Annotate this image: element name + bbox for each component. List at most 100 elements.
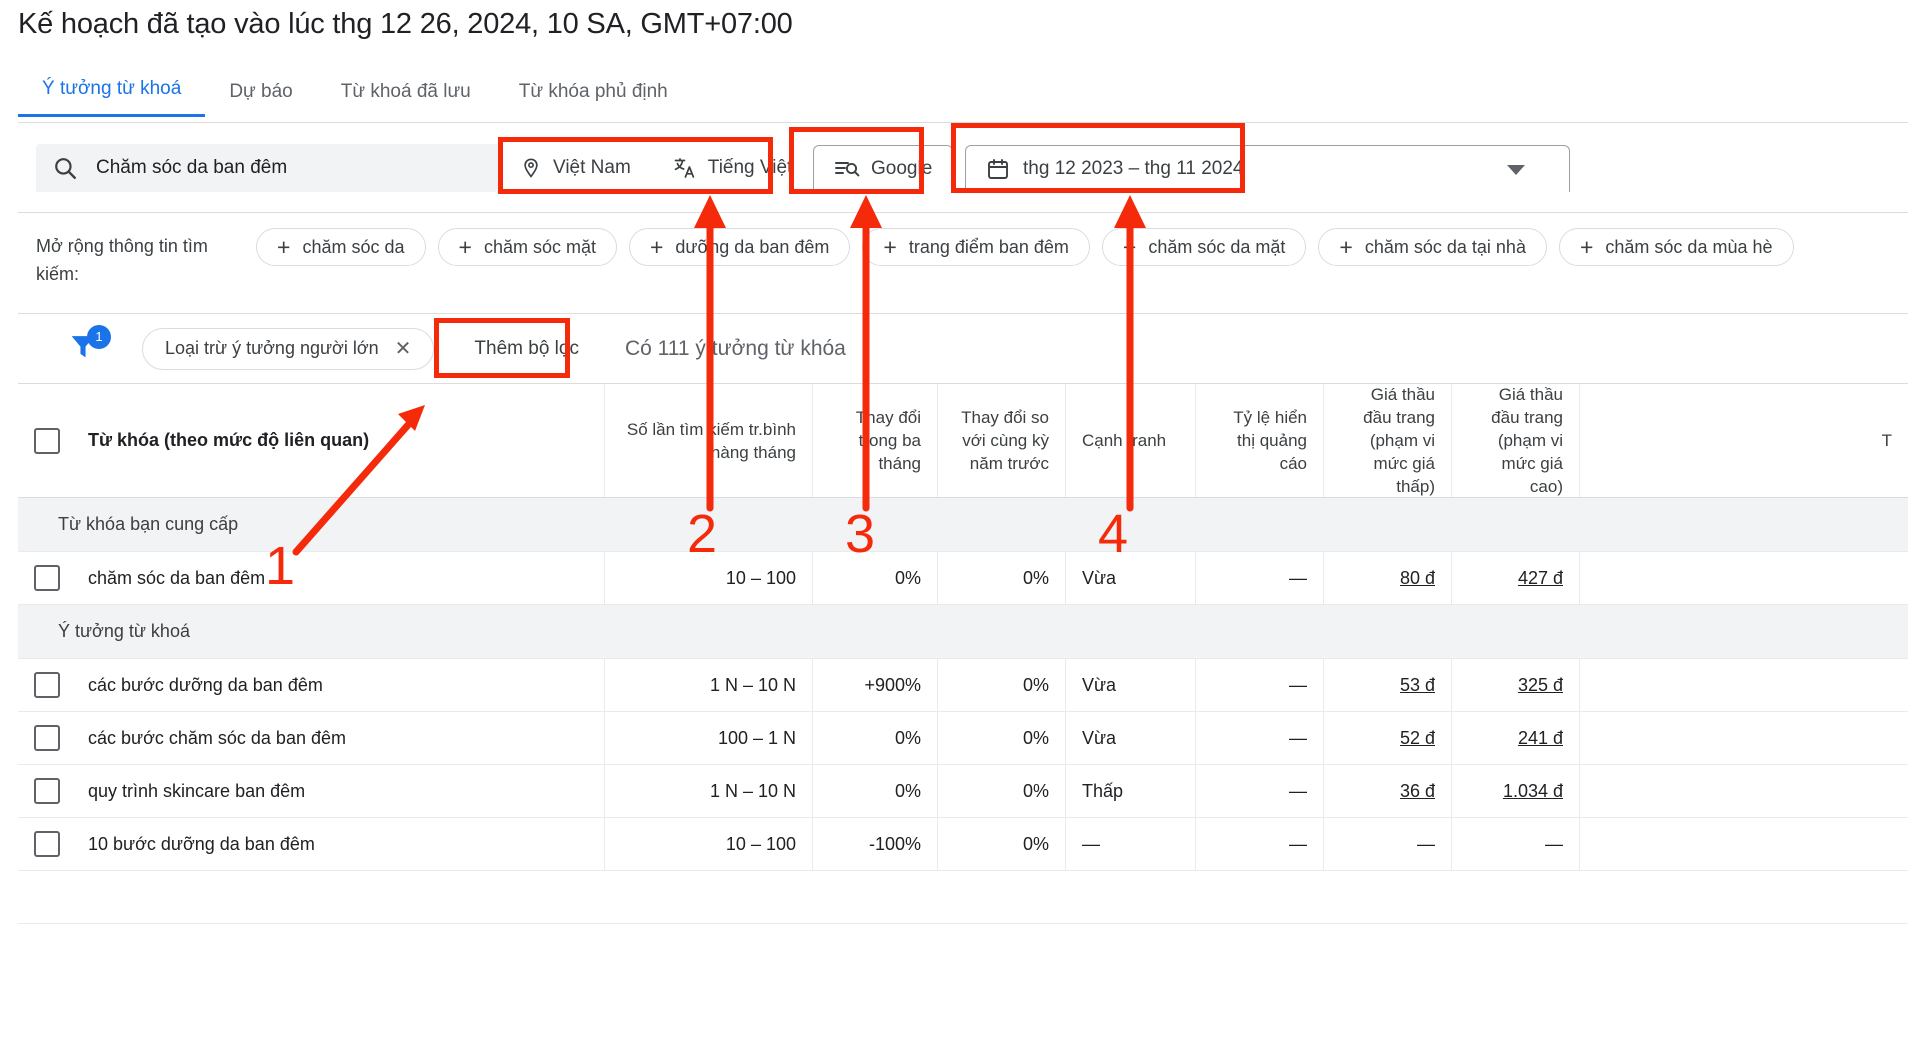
table-row[interactable]: 10 bước dưỡng da ban đêm 10 – 100 -100% …	[18, 818, 1908, 871]
annotation-box-date-range	[951, 123, 1245, 193]
expansion-chip[interactable]: +chăm sóc mặt	[438, 228, 617, 266]
cell-truncated	[1579, 818, 1908, 870]
cell-bid-high: 241 đ	[1451, 712, 1579, 764]
expansion-chip[interactable]: +chăm sóc da mùa hè	[1559, 228, 1794, 266]
cell-ad-impression-share: —	[1195, 712, 1323, 764]
cell-yoy-change: 0%	[937, 712, 1065, 764]
cell-competition: Vừa	[1065, 659, 1195, 711]
annotation-number-2: 2	[687, 503, 717, 565]
cell-yoy-change: 0%	[937, 818, 1065, 870]
row-checkbox[interactable]	[34, 778, 60, 804]
cell-ad-impression-share: —	[1195, 552, 1323, 604]
filter-button[interactable]: 1	[66, 329, 110, 369]
column-header-top-of-page-bid-high[interactable]: Giá thầu đầu trang (phạm vi mức giá cao)	[1451, 384, 1579, 497]
annotation-number-4: 4	[1098, 503, 1128, 565]
cell-keyword: 10 bước dưỡng da ban đêm	[18, 818, 604, 870]
cell-bid-high: 427 đ	[1451, 552, 1579, 604]
close-icon[interactable]: ✕	[395, 336, 412, 361]
table-row[interactable]	[18, 871, 1908, 924]
chip-label: chăm sóc da mặt	[1148, 237, 1285, 258]
cell-truncated	[1579, 765, 1908, 817]
expansion-bar: Mở rộng thông tin tìm kiếm: +chăm sóc da…	[18, 214, 1908, 314]
left-margin-mask	[0, 0, 18, 1064]
expansion-label: Mở rộng thông tin tìm kiếm:	[36, 232, 236, 288]
cell-bid-high: 325 đ	[1451, 659, 1579, 711]
annotation-box-network	[789, 127, 924, 194]
row-checkbox[interactable]	[34, 831, 60, 857]
table-row[interactable]: chăm sóc da ban đêm 10 – 100 0% 0% Vừa —…	[18, 552, 1908, 605]
table-row[interactable]: các bước chăm sóc da ban đêm 100 – 1 N 0…	[18, 712, 1908, 765]
table-header-row: Từ khóa (theo mức độ liên quan) Số lần t…	[18, 384, 1908, 498]
chip-label: dưỡng da ban đêm	[675, 237, 829, 258]
filter-count-badge: 1	[87, 325, 111, 349]
search-input[interactable]: Chăm sóc da ban đêm	[36, 144, 501, 192]
column-header-keyword[interactable]: Từ khóa (theo mức độ liên quan)	[18, 384, 604, 497]
cell-avg-monthly-searches: 1 N – 10 N	[604, 765, 812, 817]
expansion-chip[interactable]: + dưỡng da ban đêm	[629, 228, 850, 266]
tab-saved-keywords[interactable]: Từ khoá đã lưu	[317, 75, 495, 117]
cell-bid-low: 80 đ	[1323, 552, 1451, 604]
cell-yoy-change: 0%	[937, 552, 1065, 604]
page-title: Kế hoạch đã tạo vào lúc thg 12 26, 2024,…	[18, 8, 793, 41]
chip-label: chăm sóc da tại nhà	[1365, 237, 1526, 258]
table-row[interactable]: quy trình skincare ban đêm 1 N – 10 N 0%…	[18, 765, 1908, 818]
tab-negative-keywords[interactable]: Từ khóa phủ định	[495, 75, 692, 117]
chip-label: chăm sóc da mùa hè	[1605, 237, 1772, 258]
annotation-number-1: 1	[265, 535, 295, 597]
cell-avg-monthly-searches: 1 N – 10 N	[604, 659, 812, 711]
column-header-three-month-change[interactable]: Thay đổi trong ba tháng	[812, 384, 937, 497]
annotation-box-add-filter	[434, 318, 570, 378]
expansion-chip[interactable]: + chăm sóc da tại nhà	[1318, 228, 1547, 266]
expansion-chip[interactable]: +chăm sóc da mặt	[1102, 228, 1307, 266]
cell-ad-impression-share: —	[1195, 818, 1323, 870]
cell-bid-low: 53 đ	[1323, 659, 1451, 711]
cell-bid-low: 36 đ	[1323, 765, 1451, 817]
plus-icon: +	[883, 236, 896, 259]
expansion-chip-list: +chăm sóc da +chăm sóc mặt + dưỡng da ban…	[256, 228, 1896, 266]
cell-bid-high: —	[1451, 818, 1579, 870]
cell-ad-impression-share: —	[1195, 659, 1323, 711]
column-header-avg-monthly-searches[interactable]: Số lần tìm kiếm tr.bình hàng tháng	[604, 384, 812, 497]
row-checkbox[interactable]	[34, 725, 60, 751]
cell-yoy-change: 0%	[937, 765, 1065, 817]
table-row[interactable]: các bước dưỡng da ban đêm 1 N – 10 N +90…	[18, 659, 1908, 712]
cell-keyword-label: các bước chăm sóc da ban đêm	[88, 728, 346, 749]
row-checkbox[interactable]	[34, 672, 60, 698]
column-header-top-of-page-bid-low[interactable]: Giá thầu đầu trang (phạm vi mức giá thấp…	[1323, 384, 1451, 497]
idea-count-label: Có 111 ý tưởng từ khóa	[625, 337, 846, 361]
tab-bar: Ý tưởng từ khoá Dự báo Từ khoá đã lưu Từ…	[18, 72, 692, 117]
row-checkbox[interactable]	[34, 565, 60, 591]
cell-yoy-change: 0%	[937, 659, 1065, 711]
cell-truncated	[1579, 659, 1908, 711]
column-header-ad-impression-share[interactable]: Tỷ lệ hiển thị quảng cáo	[1195, 384, 1323, 497]
annotation-box-location-language	[498, 137, 773, 194]
cell-keyword-label: chăm sóc da ban đêm	[88, 568, 265, 589]
search-query-text: Chăm sóc da ban đêm	[96, 157, 287, 179]
cell-keyword-label: các bước dưỡng da ban đêm	[88, 675, 323, 696]
active-filter-chip[interactable]: Loại trừ ý tưởng người lớn ✕	[142, 328, 434, 370]
column-header-yoy-change[interactable]: Thay đổi so với cùng kỳ năm trước	[937, 384, 1065, 497]
annotation-number-3: 3	[845, 503, 875, 565]
expansion-chip[interactable]: + trang điểm ban đêm	[862, 228, 1090, 266]
select-all-checkbox[interactable]	[34, 428, 60, 454]
plus-icon: +	[1339, 236, 1352, 259]
tab-keyword-ideas[interactable]: Ý tưởng từ khoá	[18, 72, 205, 117]
cell-competition: Vừa	[1065, 552, 1195, 604]
plus-icon: +	[459, 236, 472, 259]
cell-keyword-label: 10 bước dưỡng da ban đêm	[88, 834, 315, 855]
cell-ad-impression-share: —	[1195, 765, 1323, 817]
filter-bar: 1 Loại trừ ý tưởng người lớn ✕ Thêm bộ l…	[18, 314, 1908, 384]
active-filter-label: Loại trừ ý tưởng người lớn	[165, 338, 379, 359]
expansion-chip[interactable]: +chăm sóc da	[256, 228, 426, 266]
column-header-keyword-label: Từ khóa (theo mức độ liên quan)	[88, 429, 369, 452]
cell-three-month-change: 0%	[812, 765, 937, 817]
column-header-competition[interactable]: Cạnh tranh	[1065, 384, 1195, 497]
plus-icon: +	[277, 236, 290, 259]
column-header-truncated[interactable]: T	[1579, 384, 1908, 497]
tab-forecast[interactable]: Dự báo	[205, 75, 316, 117]
table-group-header: Ý tưởng từ khoá	[18, 605, 1908, 659]
plus-icon: +	[650, 236, 663, 259]
cell-bid-high: 1.034 đ	[1451, 765, 1579, 817]
cell-three-month-change: +900%	[812, 659, 937, 711]
chip-label: trang điểm ban đêm	[909, 237, 1069, 258]
